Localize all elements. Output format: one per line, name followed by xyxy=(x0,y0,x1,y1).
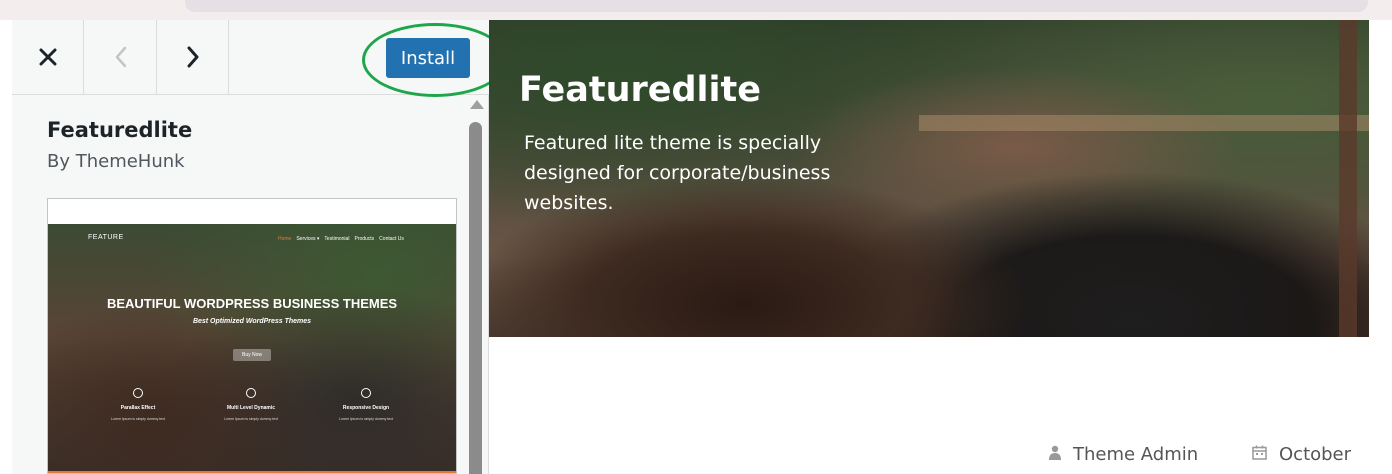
feature-desc: Lorem Ipsum is simply dummy text xyxy=(339,417,393,421)
chevron-right-icon xyxy=(187,46,198,68)
screenshot-logo: FEATURE xyxy=(88,234,124,241)
previous-theme-button[interactable] xyxy=(85,20,157,94)
calendar-icon xyxy=(1252,445,1267,464)
post-date-text: October xyxy=(1279,444,1352,465)
hero-background-pole xyxy=(1339,20,1357,337)
feature-title: Multi Level Dynamic xyxy=(226,405,276,411)
browser-address-bar[interactable] xyxy=(185,0,1368,12)
next-theme-button[interactable] xyxy=(157,20,229,94)
theme-author: By ThemeHunk xyxy=(47,151,185,172)
hero-background-rail xyxy=(919,115,1369,131)
theme-screenshot: FEATURE Home Services ▾ Testimonial Product… xyxy=(47,198,457,474)
screenshot-headline: BEAUTIFUL WORDPRESS BUSINESS THEMES xyxy=(106,296,398,311)
screenshot-buy-button: Buy Now xyxy=(233,349,271,361)
user-icon xyxy=(1049,445,1061,464)
screenshot-nav-item: Contact Us xyxy=(379,236,404,242)
screenshot-nav-item: Home xyxy=(278,236,292,242)
screenshot-subheadline: Best Optimized WordPress Themes xyxy=(192,318,312,325)
screenshot-nav-item: Testimonial xyxy=(324,236,350,242)
feature-title: Responsive Design xyxy=(342,405,390,411)
browser-top-strip xyxy=(0,0,1392,20)
install-button[interactable]: Install xyxy=(386,38,470,78)
theme-sidebar: Install Featuredlite By ThemeHunk FEATUR… xyxy=(12,20,508,474)
preview-description: Featured lite theme is specially designe… xyxy=(524,132,831,214)
scroll-up-arrow-icon[interactable] xyxy=(470,100,484,109)
screenshot-hero: FEATURE Home Services ▾ Testimonial Product… xyxy=(48,224,456,473)
post-author[interactable]: Theme Admin xyxy=(1049,444,1198,465)
preview-hero: Featuredlite Featured lite theme is spec… xyxy=(489,20,1369,337)
sidebar-toolbar: Install xyxy=(12,20,489,95)
scroll-thumb[interactable] xyxy=(469,122,482,474)
feature-title: Parallax Effect xyxy=(120,405,156,411)
chevron-left-icon xyxy=(115,46,126,68)
screenshot-nav-item: Products xyxy=(354,236,375,242)
screenshot-nav-item: Services ▾ xyxy=(296,236,320,242)
feature-desc: Lorem Ipsum is simply dummy text xyxy=(111,417,165,421)
theme-preview: Featuredlite Featured lite theme is spec… xyxy=(489,20,1369,474)
sidebar-scrollbar[interactable] xyxy=(467,100,487,474)
post-date: October xyxy=(1252,444,1351,465)
screenshot-nav: Home Services ▾ Testimonial Products Contact… xyxy=(278,236,409,242)
feature-icon xyxy=(361,388,371,398)
post-author-name: Theme Admin xyxy=(1073,444,1199,465)
feature-desc: Lorem Ipsum is simply dummy text xyxy=(224,417,278,421)
close-icon xyxy=(39,48,56,66)
preview-title: Featuredlite xyxy=(519,70,762,110)
feature-icon xyxy=(246,388,256,398)
theme-name: Featuredlite xyxy=(47,118,193,142)
feature-icon xyxy=(133,388,143,398)
close-button[interactable] xyxy=(12,20,84,94)
